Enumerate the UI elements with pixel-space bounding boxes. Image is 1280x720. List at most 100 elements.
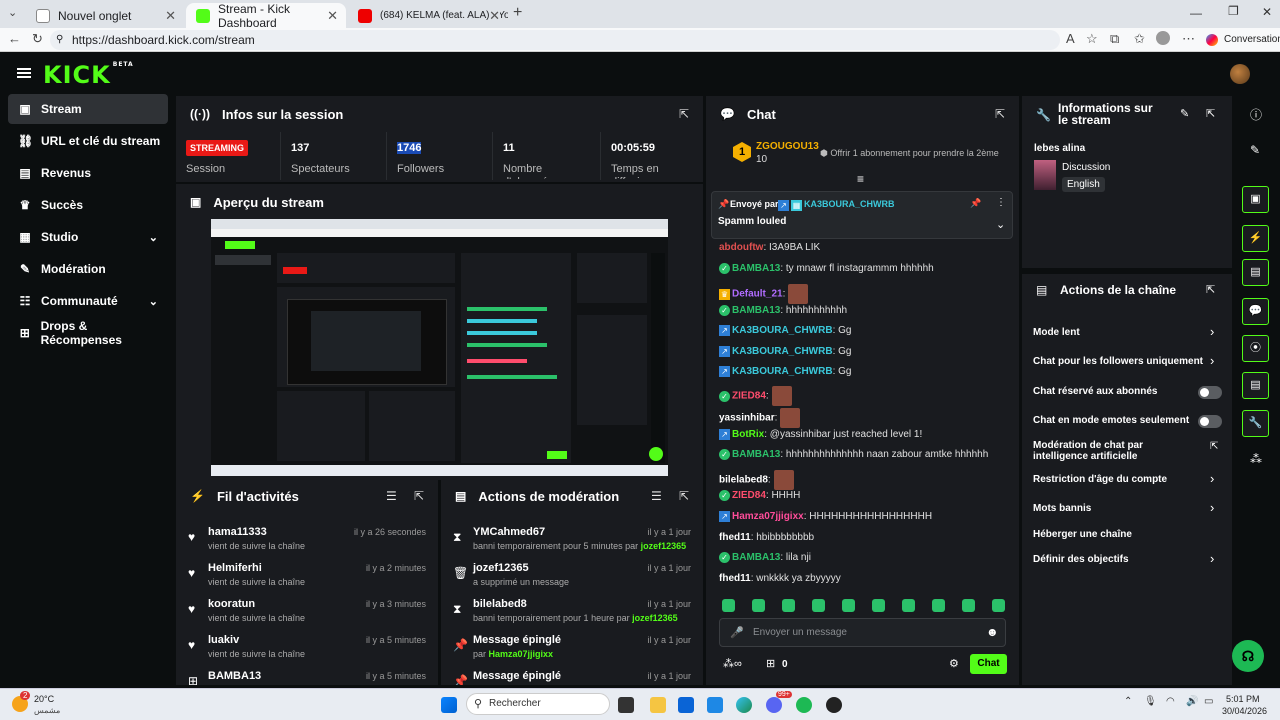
gift-icon[interactable]: ⊞ (766, 657, 775, 670)
edit-layout-icon[interactable]: ✎ (1250, 143, 1260, 157)
rail-session-button[interactable]: ⦿ (1242, 335, 1269, 362)
chat-username[interactable]: BAMBA13 (732, 263, 780, 274)
taskbar-search[interactable]: ⚲ Rechercher (466, 693, 610, 715)
channel-points-icon[interactable]: ⁂∞ (723, 657, 742, 670)
channel-action-item[interactable]: Héberger une chaîne (1033, 529, 1132, 540)
battery-icon[interactable]: ▭ (1204, 696, 1213, 707)
emote-icon[interactable] (782, 599, 795, 612)
emote-icon[interactable] (932, 599, 945, 612)
add-widget-icon[interactable]: ⁂ (1250, 452, 1262, 466)
back-icon[interactable]: ← (8, 31, 21, 46)
kick-logo[interactable]: KICK BETA (43, 61, 134, 89)
close-tab-icon[interactable]: ✕ (165, 8, 176, 24)
chat-username[interactable]: ZIED84 (732, 391, 766, 402)
popout-icon[interactable]: ⇱ (995, 107, 1005, 121)
scroll-latest-icon[interactable]: ≡ (857, 172, 864, 186)
reload-icon[interactable]: ↻ (32, 31, 43, 47)
vscode-icon[interactable] (707, 697, 723, 713)
sidebar-item-community[interactable]: ☷ Communauté ⌄ (8, 286, 168, 316)
clock-time[interactable]: 5:01 PM (1226, 694, 1260, 704)
sidebar-item-moderation[interactable]: ✎ Modération (8, 254, 168, 284)
volume-icon[interactable]: 🔊 (1186, 696, 1198, 707)
emote-icon[interactable] (902, 599, 915, 612)
stream-preview-video[interactable] (211, 219, 668, 476)
sidebar-item-stream-key[interactable]: ⛓ URL et clé du stream (8, 126, 168, 156)
chat-input[interactable]: 🎤 Envoyer un message ☻ (719, 618, 1006, 647)
edit-icon[interactable]: ✎ (1180, 107, 1189, 120)
chat-settings-icon[interactable]: ⚙ (949, 657, 959, 670)
discord-icon[interactable] (766, 697, 782, 713)
info-icon[interactable]: ⓘ (1250, 106, 1262, 123)
channel-action-item[interactable]: Mode lent (1033, 327, 1080, 338)
close-window-icon[interactable]: ✕ (1262, 5, 1272, 19)
chevron-down-icon[interactable]: ⌄ (996, 218, 1005, 231)
maximize-icon[interactable]: ❐ (1228, 4, 1239, 18)
windows-start-icon[interactable] (441, 697, 457, 713)
channel-action-item[interactable]: Chat pour les followers uniquement (1033, 356, 1203, 367)
sidebar-item-studio[interactable]: ▦ Studio ⌄ (8, 222, 168, 252)
user-avatar[interactable] (1230, 64, 1250, 84)
sidebar-item-drops[interactable]: ⊞ Drops & Récompenses (8, 318, 168, 348)
help-button[interactable]: ☊ (1232, 640, 1264, 672)
chat-username[interactable]: KA3BOURA_CHWRB (732, 325, 833, 336)
chat-username[interactable]: KA3BOURA_CHWRB (732, 366, 833, 377)
file-explorer-icon[interactable] (650, 697, 666, 713)
sidebar-item-revenue[interactable]: ▤ Revenus (8, 158, 168, 188)
new-tab-button[interactable]: + (513, 4, 522, 22)
mic-icon[interactable]: 🎙 (1144, 696, 1157, 707)
chat-username[interactable]: BAMBA13 (732, 305, 780, 316)
more-options-icon[interactable]: ⋮ (996, 197, 1006, 208)
category-name[interactable]: Discussion (1062, 162, 1110, 173)
emote-icon[interactable] (842, 599, 855, 612)
channel-action-item[interactable]: Chat réservé aux abonnés (1033, 386, 1158, 397)
emote-icon[interactable] (812, 599, 825, 612)
chat-username[interactable]: BotRix (732, 429, 764, 440)
tab-kick-dashboard[interactable]: Stream - Kick Dashboard ✕ (186, 2, 346, 30)
channel-action-item[interactable]: Mots bannis (1033, 503, 1091, 514)
channel-action-item[interactable]: Chat en mode emotes seulement (1033, 415, 1189, 426)
rail-stream-info-button[interactable]: 🔧 (1242, 410, 1269, 437)
rail-moderation-button[interactable]: ▤ (1242, 259, 1269, 286)
url-field[interactable]: ⚲ https://dashboard.kick.com/stream (50, 30, 1060, 50)
toggle-switch[interactable] (1198, 415, 1222, 428)
close-tab-icon[interactable]: ✕ (327, 8, 338, 24)
more-menu-icon[interactable]: ⋯ (1182, 31, 1195, 47)
chat-username[interactable]: Default_21 (732, 289, 783, 300)
rail-channel-actions-button[interactable]: ▤ (1242, 372, 1269, 399)
chat-username[interactable]: ZIED84 (732, 490, 766, 501)
rail-activity-button[interactable]: ⚡ (1242, 225, 1269, 252)
filter-icon[interactable]: ☰ (651, 489, 662, 503)
rail-chat-button[interactable]: 💬 (1242, 298, 1269, 325)
chevron-up-icon[interactable]: ⌃ (1124, 696, 1132, 707)
chat-username[interactable]: BAMBA13 (732, 449, 780, 460)
collections-icon[interactable]: ✩ (1134, 31, 1145, 47)
task-view-icon[interactable] (618, 697, 634, 713)
rail-stream-preview-button[interactable]: ▣ (1242, 186, 1269, 213)
chat-username[interactable]: fhed11 (719, 532, 751, 543)
filter-icon[interactable]: ☰ (386, 489, 397, 503)
emote-icon[interactable] (992, 599, 1005, 612)
popout-icon[interactable]: ⇱ (679, 107, 689, 121)
edge-icon[interactable] (736, 697, 752, 713)
app-icon[interactable] (826, 697, 842, 713)
mic-icon[interactable]: 🎤 (730, 626, 744, 639)
gift-offer-link[interactable]: ⬢ Offrir 1 abonnement pour prendre la 2è… (820, 148, 999, 159)
popout-icon[interactable]: ⇱ (414, 489, 424, 503)
chat-username[interactable]: bilelabed8 (719, 475, 768, 486)
popout-icon[interactable]: ⇱ (1206, 283, 1215, 296)
send-chat-button[interactable]: Chat (970, 654, 1007, 674)
sidebar-item-stream[interactable]: ▣ Stream (8, 94, 168, 124)
emoji-icon[interactable]: ☻ (986, 625, 999, 639)
tab-menu-icon[interactable]: ⌄ (8, 6, 17, 19)
sidebar-item-achievements[interactable]: ♛ Succès (8, 190, 168, 220)
copilot-icon[interactable] (1206, 34, 1218, 46)
emote-icon[interactable] (962, 599, 975, 612)
unpin-icon[interactable]: 📌 (970, 198, 981, 209)
emote-icon[interactable] (752, 599, 765, 612)
extensions-icon[interactable]: ⧉ (1110, 31, 1119, 47)
wifi-icon[interactable]: ◠ (1166, 696, 1175, 707)
spotify-icon[interactable] (796, 697, 812, 713)
pinned-message[interactable]: 📌 Envoyé par ↗ ▦ KA3BOURA_CHWRB Spamm lou… (711, 191, 1013, 239)
emote-icon[interactable] (722, 599, 735, 612)
site-info-icon[interactable]: ⚲ (56, 30, 63, 50)
